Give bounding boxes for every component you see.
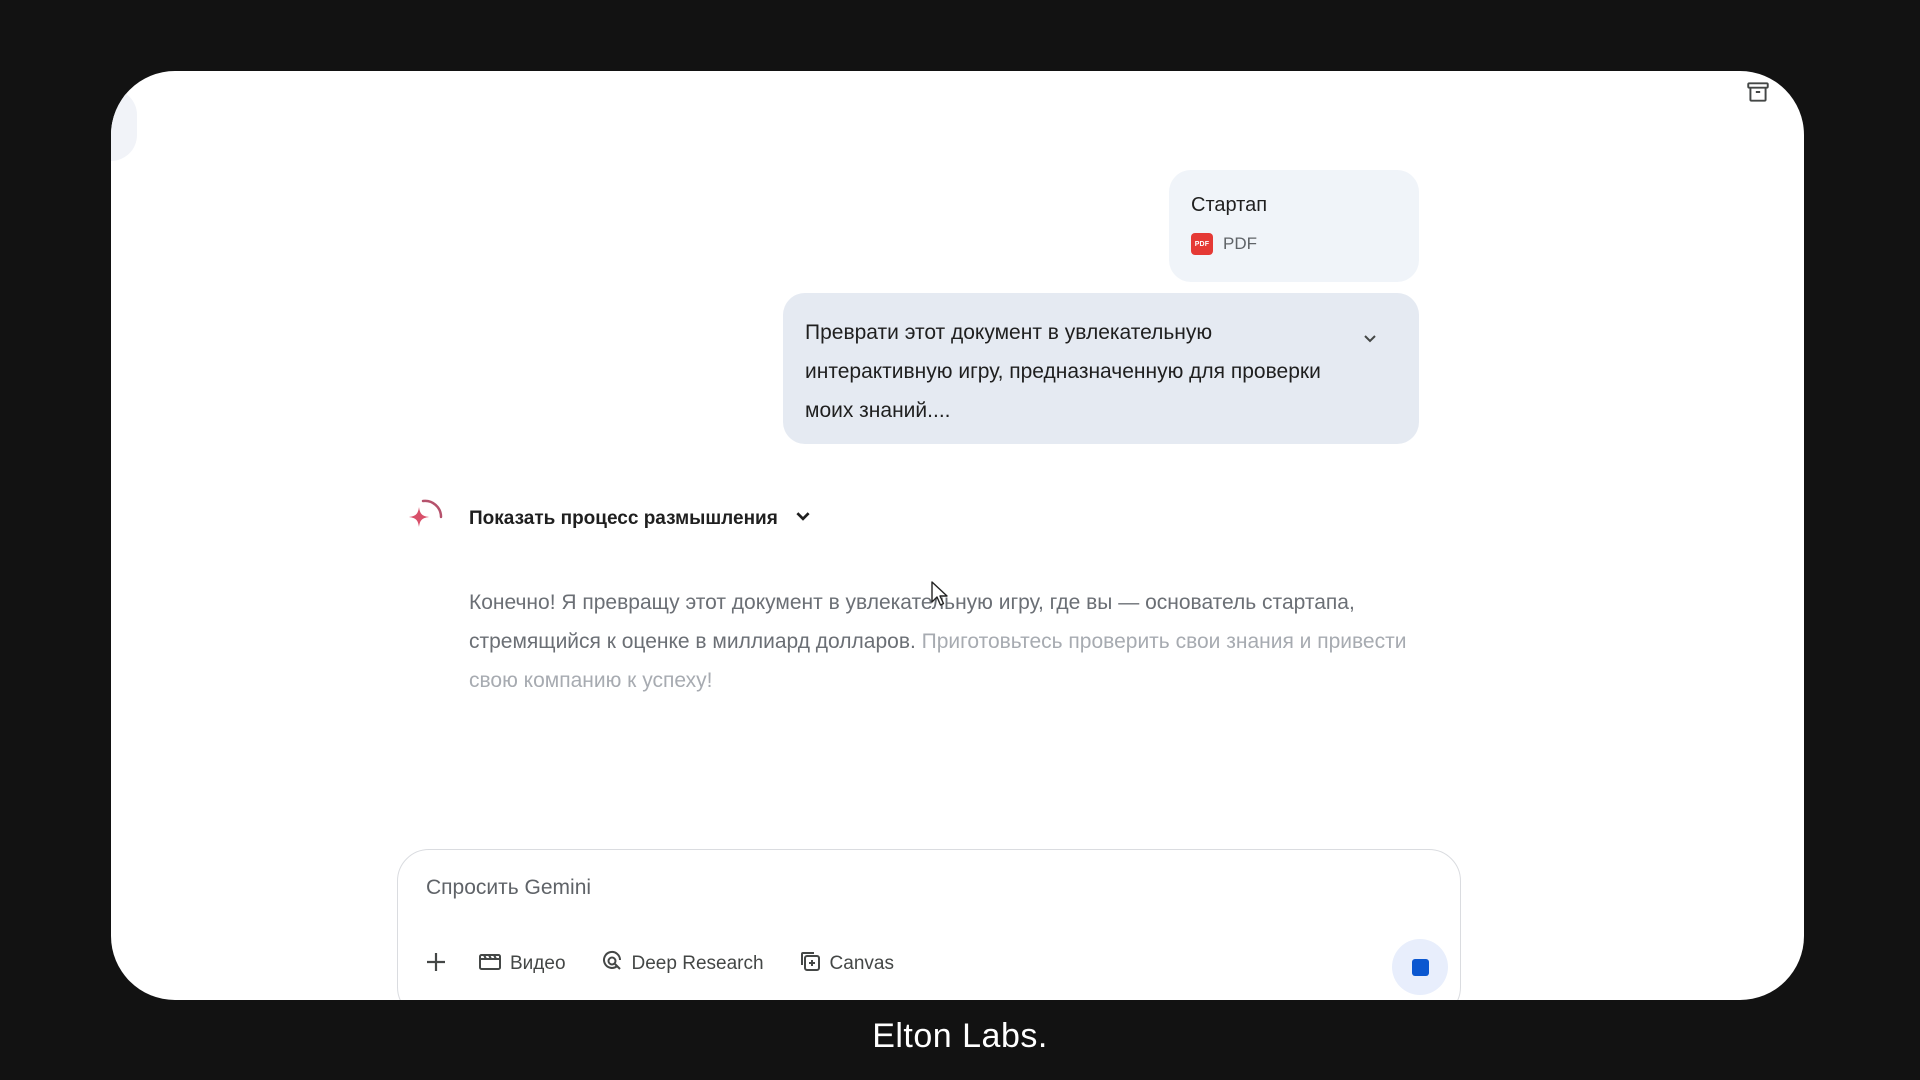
expand-prompt-chevron-icon[interactable] xyxy=(1359,327,1381,349)
sidebar-edge xyxy=(111,89,137,161)
user-prompt-text: Преврати этот документ в увлекательную и… xyxy=(805,321,1321,422)
chevron-down-icon xyxy=(794,507,812,530)
canvas-icon xyxy=(798,949,822,979)
deep-research-tool-label: Deep Research xyxy=(631,953,764,974)
attachment-type: PDF PDF xyxy=(1191,233,1397,255)
stop-icon xyxy=(1411,958,1429,976)
app-window: Стартап PDF PDF Преврати этот документ в… xyxy=(111,71,1804,1000)
response-text: Конечно! Я превращу этот документ в увле… xyxy=(469,583,1429,700)
attachment-title: Стартап xyxy=(1191,194,1268,216)
prompt-input-box: Видео Deep Research xyxy=(397,849,1461,1000)
deep-research-tool-button[interactable]: Deep Research xyxy=(588,944,776,984)
ask-gemini-input[interactable] xyxy=(426,876,1326,900)
mouse-cursor-icon xyxy=(931,581,949,607)
show-thinking-label: Показать процесс размышления xyxy=(469,507,778,529)
show-thinking-toggle[interactable]: Показать процесс размышления xyxy=(469,507,812,530)
attachment-type-label: PDF xyxy=(1223,234,1257,253)
canvas-tool-button[interactable]: Canvas xyxy=(786,944,906,984)
gemini-spark-icon xyxy=(405,497,445,537)
stop-generation-button[interactable] xyxy=(1392,939,1448,995)
input-toolbar: Видео Deep Research Canvas xyxy=(416,944,906,984)
brand-caption: Elton Labs. xyxy=(872,1017,1048,1055)
add-attachment-button[interactable] xyxy=(416,944,456,984)
canvas-tool-label: Canvas xyxy=(829,953,894,974)
user-prompt-bubble: Преврати этот документ в увлекательную и… xyxy=(783,293,1419,444)
video-icon xyxy=(478,950,502,978)
archive-icon[interactable] xyxy=(1742,76,1774,108)
deep-research-icon xyxy=(600,949,624,979)
pdf-file-icon: PDF xyxy=(1191,233,1213,255)
video-tool-button[interactable]: Видео xyxy=(466,944,578,984)
video-tool-label: Видео xyxy=(510,953,566,974)
attachment-card[interactable]: Стартап PDF PDF xyxy=(1169,170,1419,282)
plus-icon xyxy=(425,951,447,978)
